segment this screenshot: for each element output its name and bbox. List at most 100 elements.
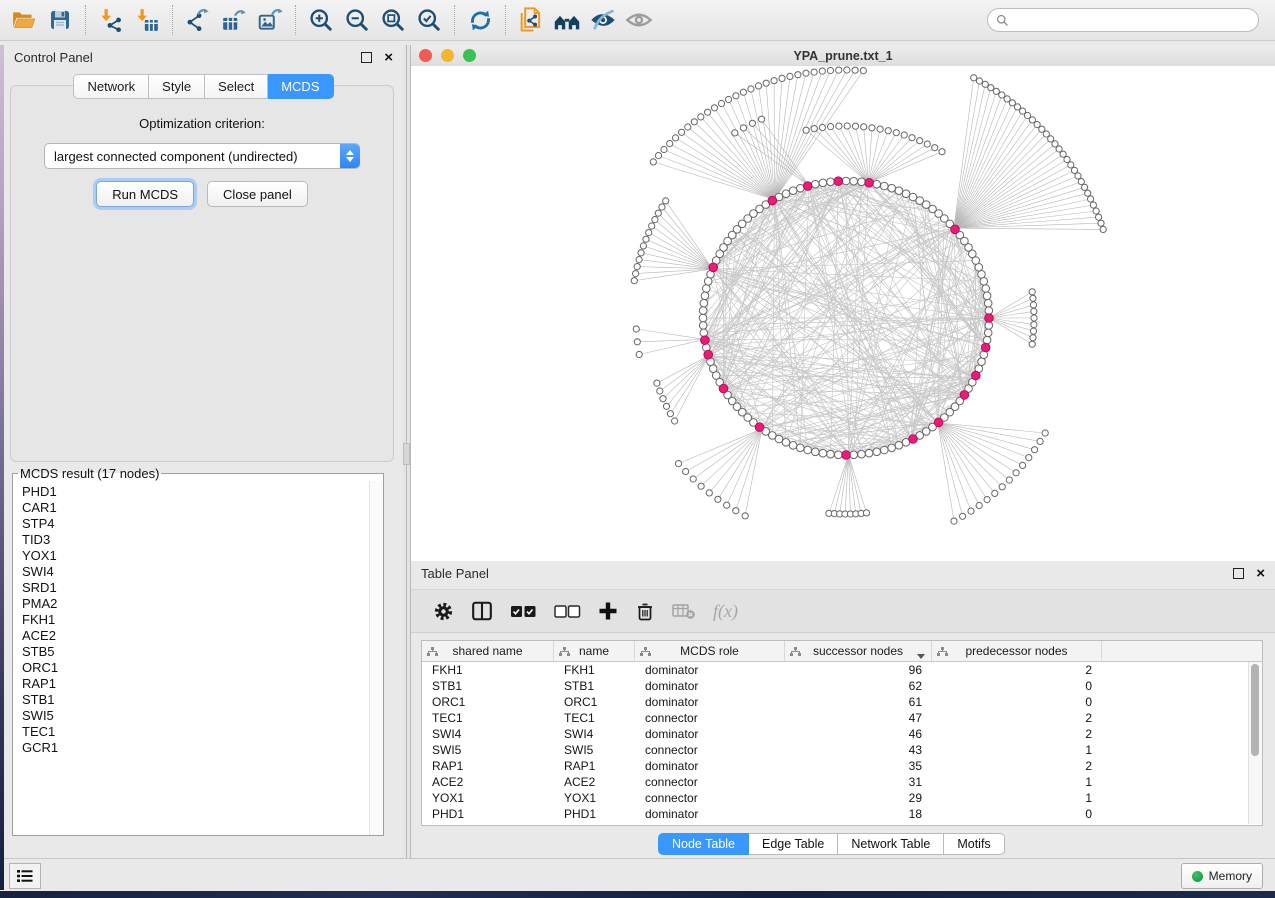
table-row[interactable]: ORC1ORC1dominator610 <box>422 694 1262 710</box>
result-node[interactable]: ORC1 <box>22 660 370 676</box>
export-image-button[interactable] <box>252 3 288 37</box>
float-panel-icon[interactable] <box>361 52 372 63</box>
network-graph[interactable] <box>411 66 1275 561</box>
import-table-button[interactable] <box>129 3 165 37</box>
first-neighbors-button[interactable] <box>549 3 585 37</box>
export-network-button[interactable] <box>180 3 216 37</box>
table-row[interactable]: STB1STB1dominator620 <box>422 678 1262 694</box>
result-node[interactable]: STB1 <box>22 692 370 708</box>
result-node[interactable]: ACE2 <box>22 628 370 644</box>
tab-network-table[interactable]: Network Table <box>838 833 944 855</box>
zoom-out-button[interactable] <box>339 3 375 37</box>
cell: 2 <box>932 727 1102 741</box>
zoom-in-button[interactable] <box>303 3 339 37</box>
result-node[interactable]: TEC1 <box>22 724 370 740</box>
result-node[interactable]: TID3 <box>22 532 370 548</box>
result-node[interactable]: FKH1 <box>22 612 370 628</box>
main-toolbar <box>0 0 1275 41</box>
result-node[interactable]: PMA2 <box>22 596 370 612</box>
delete-columns-button[interactable] <box>635 601 655 622</box>
unselect-all-columns-button[interactable] <box>554 603 581 619</box>
result-node[interactable]: CAR1 <box>22 500 370 516</box>
share-document-button[interactable] <box>513 3 549 37</box>
tab-style[interactable]: Style <box>149 74 205 99</box>
task-history-button[interactable] <box>9 863 41 889</box>
tab-mcds[interactable]: MCDS <box>268 74 333 99</box>
delete-table-button[interactable] <box>672 603 696 620</box>
column-header-MCDS-role[interactable]: MCDS role <box>635 641 785 661</box>
import-network-button[interactable] <box>93 3 129 37</box>
table-row[interactable]: FKH1FKH1dominator962 <box>422 662 1262 678</box>
column-header-name[interactable]: name <box>554 641 635 661</box>
result-node[interactable]: STB5 <box>22 644 370 660</box>
search-input[interactable] <box>1014 10 1258 30</box>
refresh-button[interactable] <box>462 3 498 37</box>
table-toolbar: f(x) <box>411 589 1275 633</box>
scrollbar-thumb[interactable] <box>1251 664 1259 756</box>
import-table-icon <box>134 7 160 33</box>
search-field[interactable] <box>987 8 1259 32</box>
export-table-button[interactable] <box>216 3 252 37</box>
search-icon <box>996 14 1009 27</box>
table-row[interactable]: SWI4SWI4dominator462 <box>422 726 1262 742</box>
close-panel-icon[interactable]: × <box>1256 566 1265 581</box>
result-node[interactable]: PHD1 <box>22 484 370 500</box>
column-header-predecessor-nodes[interactable]: predecessor nodes <box>932 641 1102 661</box>
result-node[interactable]: SWI5 <box>22 708 370 724</box>
result-node[interactable]: GCR1 <box>22 740 370 756</box>
share-document-icon <box>517 6 545 34</box>
table-mode-button[interactable] <box>471 600 493 622</box>
cell: RAP1 <box>554 759 635 773</box>
tab-node-table[interactable]: Node Table <box>658 833 749 855</box>
table-header: shared namenameMCDS rolesuccessor nodesp… <box>422 641 1262 662</box>
zoom-in-icon <box>308 7 335 34</box>
save-session-button[interactable] <box>42 3 78 37</box>
settings-gear-button[interactable] <box>433 601 454 622</box>
table-row[interactable]: ACE2ACE2connector311 <box>422 774 1262 790</box>
cell: YOX1 <box>422 791 554 805</box>
tab-motifs[interactable]: Motifs <box>944 833 1004 855</box>
tab-network[interactable]: Network <box>73 74 149 99</box>
criterion-dropdown[interactable]: largest connected component (undirected) <box>44 143 360 169</box>
function-builder-button[interactable]: f(x) <box>713 601 738 622</box>
show-all-button[interactable] <box>621 3 657 37</box>
result-node[interactable]: YOX1 <box>22 548 370 564</box>
open-session-button[interactable] <box>6 3 42 37</box>
cell: 1 <box>932 775 1102 789</box>
result-node[interactable]: SRD1 <box>22 580 370 596</box>
close-panel-button[interactable]: Close panel <box>207 181 308 207</box>
splitter-handle[interactable] <box>403 443 410 465</box>
result-node[interactable]: SWI4 <box>22 564 370 580</box>
float-panel-icon[interactable] <box>1233 568 1244 579</box>
zoom-fit-button[interactable] <box>375 3 411 37</box>
table-row[interactable]: RAP1RAP1dominator352 <box>422 758 1262 774</box>
select-all-columns-button[interactable] <box>510 603 537 619</box>
result-scrollbar[interactable] <box>369 481 383 835</box>
cell: 46 <box>785 727 932 741</box>
close-panel-icon[interactable]: × <box>384 50 393 65</box>
cell: FKH1 <box>422 663 554 677</box>
cell: connector <box>635 775 785 789</box>
network-window-title: YPA_prune.txt_1 <box>411 49 1275 63</box>
tab-edge-table[interactable]: Edge Table <box>749 833 838 855</box>
table-row[interactable]: TEC1TEC1connector472 <box>422 710 1262 726</box>
table-scrollbar[interactable] <box>1248 662 1262 824</box>
network-canvas[interactable] <box>411 66 1275 561</box>
tab-select[interactable]: Select <box>205 74 268 99</box>
column-header-shared-name[interactable]: shared name <box>422 641 554 661</box>
column-header-successor-nodes[interactable]: successor nodes <box>785 641 932 661</box>
memory-button[interactable]: Memory <box>1181 863 1263 889</box>
table-row[interactable]: SWI5SWI5connector431 <box>422 742 1262 758</box>
table-row[interactable]: PHD1PHD1dominator180 <box>422 806 1262 822</box>
run-mcds-button[interactable]: Run MCDS <box>96 181 194 207</box>
sort-chevron-icon <box>917 654 925 659</box>
vertical-splitter[interactable] <box>403 45 410 858</box>
table-row[interactable]: YOX1YOX1connector291 <box>422 790 1262 806</box>
hide-selected-button[interactable] <box>585 3 621 37</box>
network-window-titlebar[interactable]: YPA_prune.txt_1 <box>411 45 1275 67</box>
cell: SWI4 <box>422 727 554 741</box>
zoom-selected-button[interactable] <box>411 3 447 37</box>
result-node[interactable]: RAP1 <box>22 676 370 692</box>
result-node[interactable]: STP4 <box>22 516 370 532</box>
create-column-button[interactable] <box>598 601 618 621</box>
